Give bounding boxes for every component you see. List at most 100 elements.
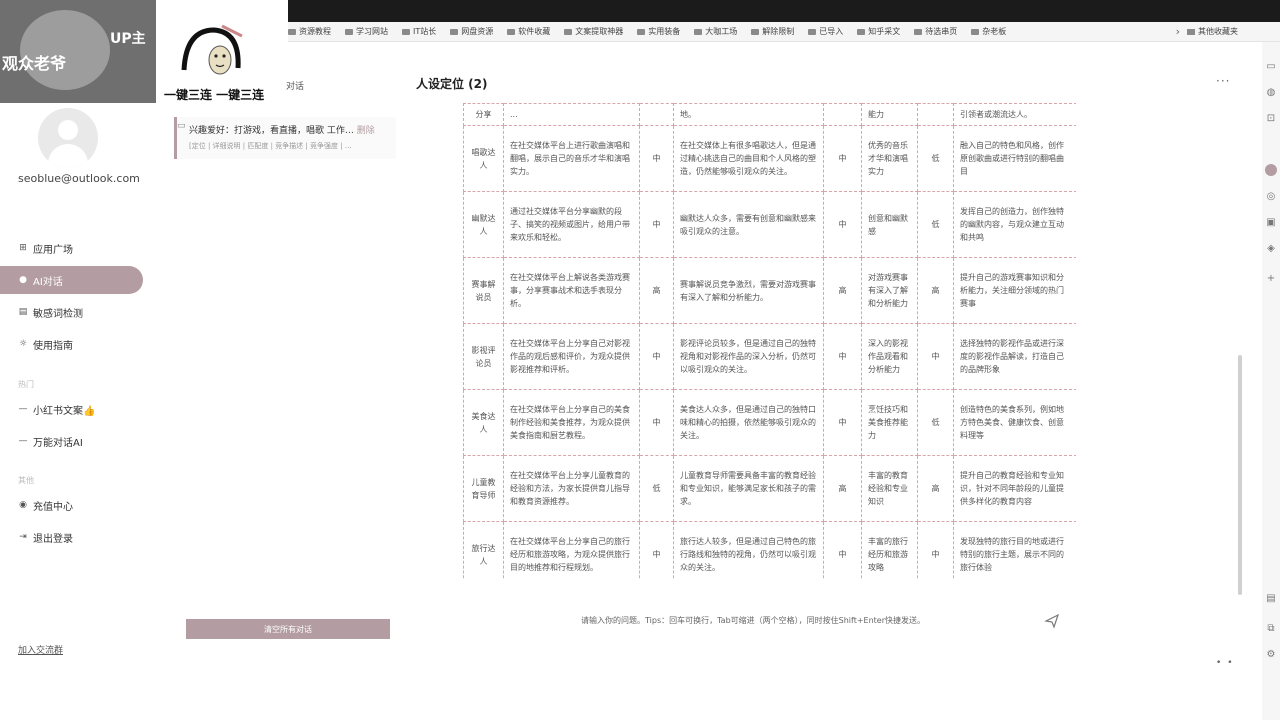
delete-link[interactable]: 删除	[357, 126, 375, 136]
extension-icon[interactable]: ◍	[1265, 86, 1277, 98]
table-cell: 提升自己的教育经验和专业知识，针对不同年龄段的儿童提供多样化的教育内容	[953, 455, 1076, 522]
bookmark-label: 实用装备	[648, 27, 681, 36]
bookmark-item[interactable]: IT站长	[402, 26, 436, 37]
table-cell: 影视评论员较多，但是通过自己的独特视角和对影视作品的深入分析，仍然可以吸引观众的…	[673, 323, 824, 390]
other-bookmarks[interactable]: 其他收藏夹	[1187, 26, 1238, 37]
extension-icon[interactable]: ▭	[1265, 60, 1277, 72]
table-cell: 中	[823, 323, 862, 390]
clear-all-button[interactable]: 清空所有对话	[186, 619, 390, 639]
extension-icon[interactable]: ◈	[1265, 242, 1277, 254]
bookmark-label: 软件收藏	[518, 27, 551, 36]
scrollbar[interactable]	[1238, 355, 1242, 595]
chat-input[interactable]: 请输入你的问题。Tips：回车可换行，Tab可缩进（两个空格），同时按住Shif…	[581, 615, 925, 626]
result-table-container[interactable]: 分享 ... 地。 能力 引领者或潮流达人。 唱歌达人 在社交媒体平台上进行歌曲演…	[463, 103, 1076, 579]
bookmark-item[interactable]: 软件收藏	[507, 26, 550, 37]
table-cell: 中	[823, 191, 862, 258]
folder-icon	[564, 28, 573, 35]
settings-icon[interactable]: ⚙	[1265, 648, 1277, 660]
table-row: 旅行达人 在社交媒体平台上分享自己的旅行经历和旅游攻略，为观众提供旅行目的地推荐和…	[463, 521, 1076, 579]
table-row: 唱歌达人 在社交媒体平台上进行歌曲演唱和翻唱，展示自己的音乐才华和演唱实力。中在社…	[463, 125, 1076, 192]
add-icon[interactable]: +	[1265, 272, 1277, 284]
extension-icon[interactable]	[1265, 164, 1277, 176]
table-cell: 赛事解说员竞争激烈，需要对游戏赛事有深入了解和分析能力。	[673, 257, 824, 324]
folder-icon	[914, 28, 923, 35]
avatar[interactable]	[38, 108, 98, 168]
bookmark-label: 已导入	[819, 27, 844, 36]
pager-dots: ••	[1216, 658, 1239, 668]
extension-icon[interactable]: ⊡	[1265, 112, 1277, 124]
folder-icon	[507, 28, 516, 35]
table-cell: 地。	[673, 103, 824, 126]
sidebar-item-xiaohongshu[interactable]: — 小红书文案👍	[0, 395, 143, 423]
layout-icon[interactable]: ▤	[1265, 592, 1277, 604]
bookmark-item[interactable]: 已导入	[808, 26, 843, 37]
meme-overlay: 一键三连 一键三连	[156, 0, 288, 103]
sidebar-item-label: 万能对话AI	[33, 437, 83, 449]
video-overlay: UP主 观众老爷	[0, 0, 156, 103]
table-cell: 优秀的音乐才华和演唱实力	[861, 125, 918, 192]
table-cell: 通过社交媒体平台分享幽默的段子、搞笑的视频或图片，给用户带来欢乐和轻松。	[503, 191, 640, 258]
table-cell: 中	[639, 125, 674, 192]
bookmark-item[interactable]: 资源教程	[288, 26, 331, 37]
table-row: 赛事解说员 在社交媒体平台上解说各类游戏赛事，分享赛事战术和选手表现分析。高赛事解…	[463, 257, 1076, 324]
sidebar-item-label: 退出登录	[33, 533, 73, 545]
meme-face-icon	[181, 24, 243, 75]
bookmark-item[interactable]: 学习网站	[345, 26, 388, 37]
bookmark-item[interactable]: 待选串页	[914, 26, 957, 37]
sidebar-item-sensitive-words[interactable]: ▤ 敏感词检测	[0, 298, 143, 326]
table-cell: 中	[917, 521, 954, 579]
sidebar-item-guide[interactable]: ☼ 使用指南	[0, 330, 143, 358]
bookmark-item[interactable]: 网盘资源	[450, 26, 493, 37]
table-cell: 在社交媒体平台上分享儿童教育的经验和方法，为家长提供育儿指导和教育资源推荐。	[503, 455, 640, 522]
sidebar-item-logout[interactable]: ⇥ 退出登录	[0, 523, 143, 551]
bookmark-item[interactable]: 解除限制	[751, 26, 794, 37]
table-cell: 选择独特的影视作品或进行深度的影视作品解读，打造自己的品牌形象	[953, 323, 1076, 390]
history-item[interactable]: ▭ 兴趣爱好：打游戏，看直播，唱歌 工作… 删除 [定位 | 详细说明 | 匹配…	[174, 117, 396, 159]
table-row: 儿童教育导师 在社交媒体平台上分享儿童教育的经验和方法，为家长提供育儿指导和教育资…	[463, 455, 1076, 522]
send-icon[interactable]	[1044, 613, 1060, 629]
table-cell: 影视评论员	[463, 323, 504, 390]
sidebar-item-recharge[interactable]: ◉ 充值中心	[0, 491, 143, 519]
bookmark-label: 大咖工场	[705, 27, 738, 36]
sidebar-item-app-square[interactable]: ⊞ 应用广场	[0, 234, 143, 262]
sidebar-item-label: 使用指南	[33, 340, 73, 352]
bookmark-item[interactable]: 知乎采文	[857, 26, 900, 37]
sidebar-item-ai-chat[interactable]: ● AI对话	[0, 266, 143, 294]
bookmark-item[interactable]: 大咖工场	[694, 26, 737, 37]
sidebar-item-universal-ai[interactable]: — 万能对话AI	[0, 427, 143, 455]
extension-icon[interactable]: ▣	[1265, 216, 1277, 228]
folder-icon	[971, 28, 980, 35]
external-icon[interactable]: ⧉	[1265, 622, 1277, 634]
dash-icon: —	[18, 404, 28, 414]
table-cell: 在社交媒体平台上分享自己的旅行经历和旅游攻略，为观众提供旅行目的地推荐和行程规划…	[503, 521, 640, 579]
folder-icon	[1187, 28, 1195, 35]
table-cell: 低	[917, 125, 954, 192]
history-item-tags: [定位 | 详细说明 | 匹配度 | 竞争描述 | 竞争强度 | …	[189, 142, 352, 150]
join-group-link[interactable]: 加入交流群	[18, 643, 63, 656]
table-cell	[823, 103, 862, 126]
dash-icon: —	[18, 436, 28, 446]
folder-icon	[808, 28, 817, 35]
sidebar-item-label: 敏感词检测	[33, 308, 83, 320]
table-cell: 低	[639, 455, 674, 522]
table-cell: 丰富的旅行经历和旅游攻略	[861, 521, 918, 579]
bookmarks-overflow-icon[interactable]: ›	[1176, 25, 1180, 38]
bookmark-item[interactable]: 文案提取神器	[564, 26, 623, 37]
user-email: seoblue@outlook.com	[18, 172, 140, 185]
channel-text: 观众老爷	[2, 54, 67, 73]
table-row: 幽默达人 通过社交媒体平台分享幽默的段子、搞笑的视频或图片，给用户带来欢乐和轻松。…	[463, 191, 1076, 258]
history-header: 对话	[286, 82, 305, 92]
more-menu-icon[interactable]: ···	[1216, 74, 1230, 88]
bookmark-item[interactable]: 杂老板	[971, 26, 1006, 37]
sidebar-item-label: AI对话	[33, 276, 63, 288]
table-cell: 创造特色的美食系列，例如地方特色美食、健康饮食、创意料理等	[953, 389, 1076, 456]
table-cell: 中	[639, 323, 674, 390]
meme-caption: 一键三连 一键三连	[164, 88, 265, 102]
folder-icon	[402, 28, 410, 35]
table-cell: 高	[639, 257, 674, 324]
extension-icon[interactable]: ◎	[1265, 190, 1277, 202]
bookmark-item[interactable]: 实用装备	[637, 26, 680, 37]
table-cell	[639, 103, 674, 126]
sidebar-item-label: 应用广场	[33, 244, 73, 256]
table-cell: 中	[639, 389, 674, 456]
